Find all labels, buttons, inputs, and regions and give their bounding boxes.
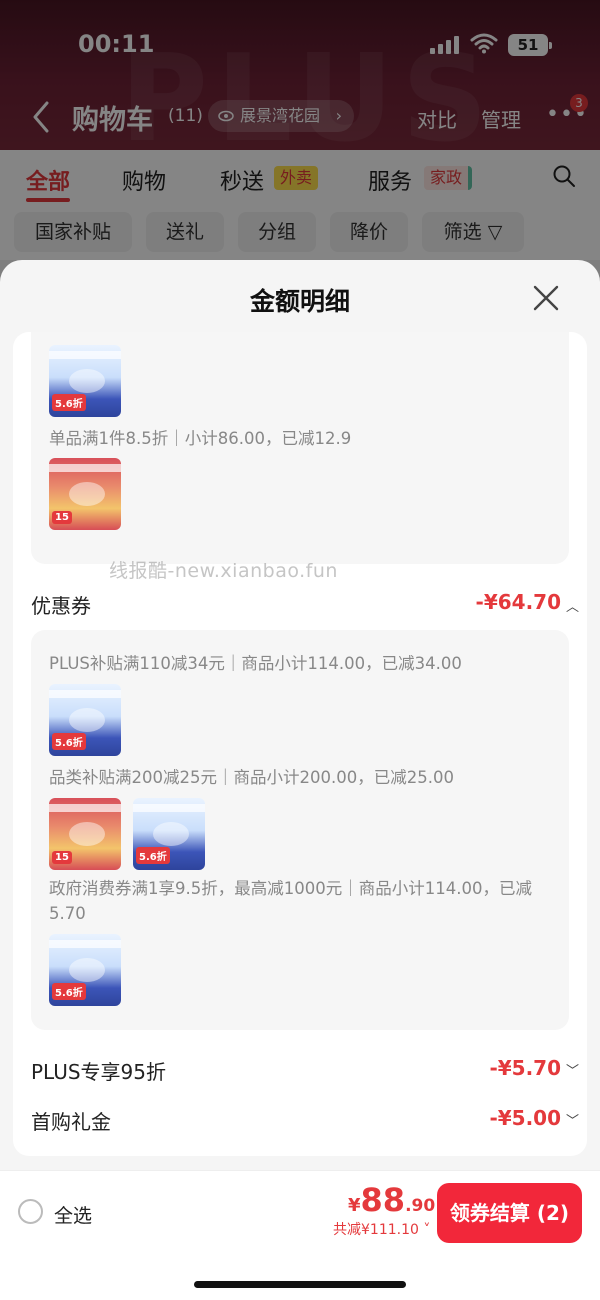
product-thumbnail[interactable]: 5.6折 — [49, 934, 121, 1006]
chevron-down-icon: ˅ — [418, 1222, 431, 1238]
total-saved-text: 共减¥111.10 — [333, 1222, 419, 1238]
checkout-button[interactable]: 领券结算 (2) — [437, 1183, 582, 1243]
currency-symbol: ¥ — [348, 1195, 361, 1216]
coupon-amount[interactable]: -¥64.70 — [476, 590, 561, 614]
product-thumbnail[interactable]: 5.6折 — [49, 684, 121, 756]
sheet-title: 金额明细 — [249, 287, 350, 316]
coupon-label: 优惠券 — [31, 594, 91, 618]
price-integer: 88 — [360, 1181, 406, 1219]
coupon-detail-card: PLUS补贴满110减34元｜商品小计114.00，已减34.00 5.6折 品… — [31, 630, 569, 1030]
total-saved[interactable]: 共减¥111.10 ˅ — [333, 1219, 430, 1239]
home-indicator — [194, 1281, 406, 1288]
plus-discount-amount[interactable]: -¥5.70 — [489, 1056, 561, 1080]
product-thumbnail[interactable]: 5.6折 — [49, 345, 121, 417]
select-all-checkbox[interactable] — [18, 1199, 43, 1224]
close-icon[interactable] — [532, 284, 560, 312]
total-price: ¥88.90 — [348, 1181, 435, 1219]
chevron-down-icon[interactable]: ﹀ — [566, 1110, 579, 1129]
chevron-up-icon[interactable]: ︿ — [566, 596, 579, 615]
discount-card: — — — — — — — — — — — — — — 5.6折 单品满1件8.… — [31, 332, 569, 564]
select-all-label[interactable]: 全选 — [54, 1201, 92, 1228]
first-purchase-label: 首购礼金 — [31, 1110, 111, 1134]
product-thumbnail[interactable]: 15 — [49, 458, 121, 530]
amount-detail-sheet: 金额明细 — — — — — — — — — — — — — — 5.6折 单品… — [0, 260, 600, 1170]
price-decimal: .90 — [405, 1196, 436, 1216]
discount-line: PLUS补贴满110减34元｜商品小计114.00，已减34.00 — [49, 654, 462, 673]
discount-list[interactable]: — — — — — — — — — — — — — — 5.6折 单品满1件8.… — [13, 332, 587, 1156]
checkout-bar: 全选 ¥88.90 共减¥111.10 ˅ 领券结算 (2) — [0, 1170, 600, 1300]
discount-line: 政府消费券满1享9.5折，最高减1000元｜商品小计114.00，已减5.70 — [49, 879, 532, 923]
sheet-header: 金额明细 — [0, 260, 600, 336]
plus-discount-label: PLUS专享95折 — [31, 1060, 166, 1084]
watermark-text: 线报酷-new.xianbao.fun — [109, 560, 338, 582]
product-thumbnail[interactable]: 5.6折 — [133, 798, 205, 870]
discount-line: 品类补贴满200减25元｜商品小计200.00，已减25.00 — [49, 768, 454, 787]
chevron-down-icon[interactable]: ﹀ — [566, 1060, 579, 1079]
discount-line: 单品满1件8.5折｜小计86.00，已减12.9 — [49, 429, 352, 448]
first-purchase-amount[interactable]: -¥5.00 — [489, 1106, 561, 1130]
product-thumbnail[interactable]: 15 — [49, 798, 121, 870]
